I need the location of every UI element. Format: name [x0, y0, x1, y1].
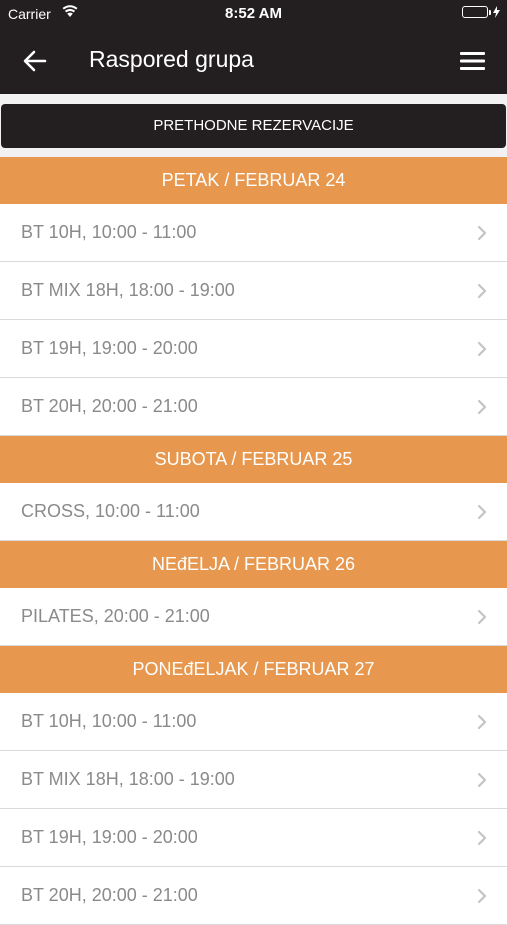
- day-header: NEđELJA / FEBRUAR 26: [0, 541, 507, 588]
- chevron-right-icon: [477, 830, 487, 846]
- navigation-bar: Raspored grupa: [0, 28, 507, 94]
- class-label: PILATES, 20:00 - 21:00: [21, 606, 210, 626]
- chevron-right-icon: [477, 772, 487, 788]
- class-row[interactable]: PILATES, 20:00 - 21:00: [0, 588, 507, 646]
- class-label: BT MIX 18H, 18:00 - 19:00: [21, 280, 235, 300]
- back-arrow-icon[interactable]: [22, 48, 48, 74]
- charging-bolt-icon: [493, 6, 500, 18]
- chevron-right-icon: [477, 341, 487, 357]
- chevron-right-icon: [477, 609, 487, 625]
- battery-tip: [489, 9, 491, 15]
- class-row[interactable]: BT 19H, 19:00 - 20:00: [0, 809, 507, 867]
- class-row[interactable]: CROSS, 10:00 - 11:00: [0, 483, 507, 541]
- class-label: BT 19H, 19:00 - 20:00: [21, 338, 198, 358]
- chevron-right-icon: [477, 399, 487, 415]
- class-row[interactable]: BT 20H, 20:00 - 21:00: [0, 867, 507, 925]
- chevron-right-icon: [477, 888, 487, 904]
- class-label: BT 20H, 20:00 - 21:00: [21, 396, 198, 416]
- class-row[interactable]: BT MIX 18H, 18:00 - 19:00: [0, 751, 507, 809]
- class-label: CROSS, 10:00 - 11:00: [21, 501, 200, 521]
- class-row[interactable]: BT 20H, 20:00 - 21:00: [0, 378, 507, 436]
- class-label: BT 20H, 20:00 - 21:00: [21, 885, 198, 905]
- class-row[interactable]: BT 10H, 10:00 - 11:00: [0, 204, 507, 262]
- day-header: PETAK / FEBRUAR 24: [0, 157, 507, 204]
- page-title: Raspored grupa: [89, 46, 254, 72]
- hamburger-menu-icon[interactable]: [460, 50, 485, 72]
- battery-indicator: [462, 6, 500, 18]
- clock: 8:52 AM: [225, 5, 282, 22]
- class-label: BT 10H, 10:00 - 11:00: [21, 222, 197, 242]
- class-label: BT 19H, 19:00 - 20:00: [21, 827, 198, 847]
- day-header: PONEđELJAK / FEBRUAR 27: [0, 646, 507, 693]
- class-label: BT 10H, 10:00 - 11:00: [21, 711, 197, 731]
- class-label: BT MIX 18H, 18:00 - 19:00: [21, 769, 235, 789]
- class-row[interactable]: BT MIX 18H, 18:00 - 19:00: [0, 262, 507, 320]
- previous-reservations-button[interactable]: PRETHODNE REZERVACIJE: [1, 104, 506, 148]
- battery-icon: [462, 6, 488, 18]
- chevron-right-icon: [477, 283, 487, 299]
- chevron-right-icon: [477, 714, 487, 730]
- day-header: SUBOTA / FEBRUAR 25: [0, 436, 507, 483]
- chevron-right-icon: [477, 225, 487, 241]
- class-row[interactable]: BT 10H, 10:00 - 11:00: [0, 693, 507, 751]
- schedule-list: PETAK / FEBRUAR 24 BT 10H, 10:00 - 11:00 B…: [0, 157, 507, 925]
- chevron-right-icon: [477, 504, 487, 520]
- status-bar: Carrier 8:52 AM: [0, 0, 507, 28]
- class-row[interactable]: BT 19H, 19:00 - 20:00: [0, 320, 507, 378]
